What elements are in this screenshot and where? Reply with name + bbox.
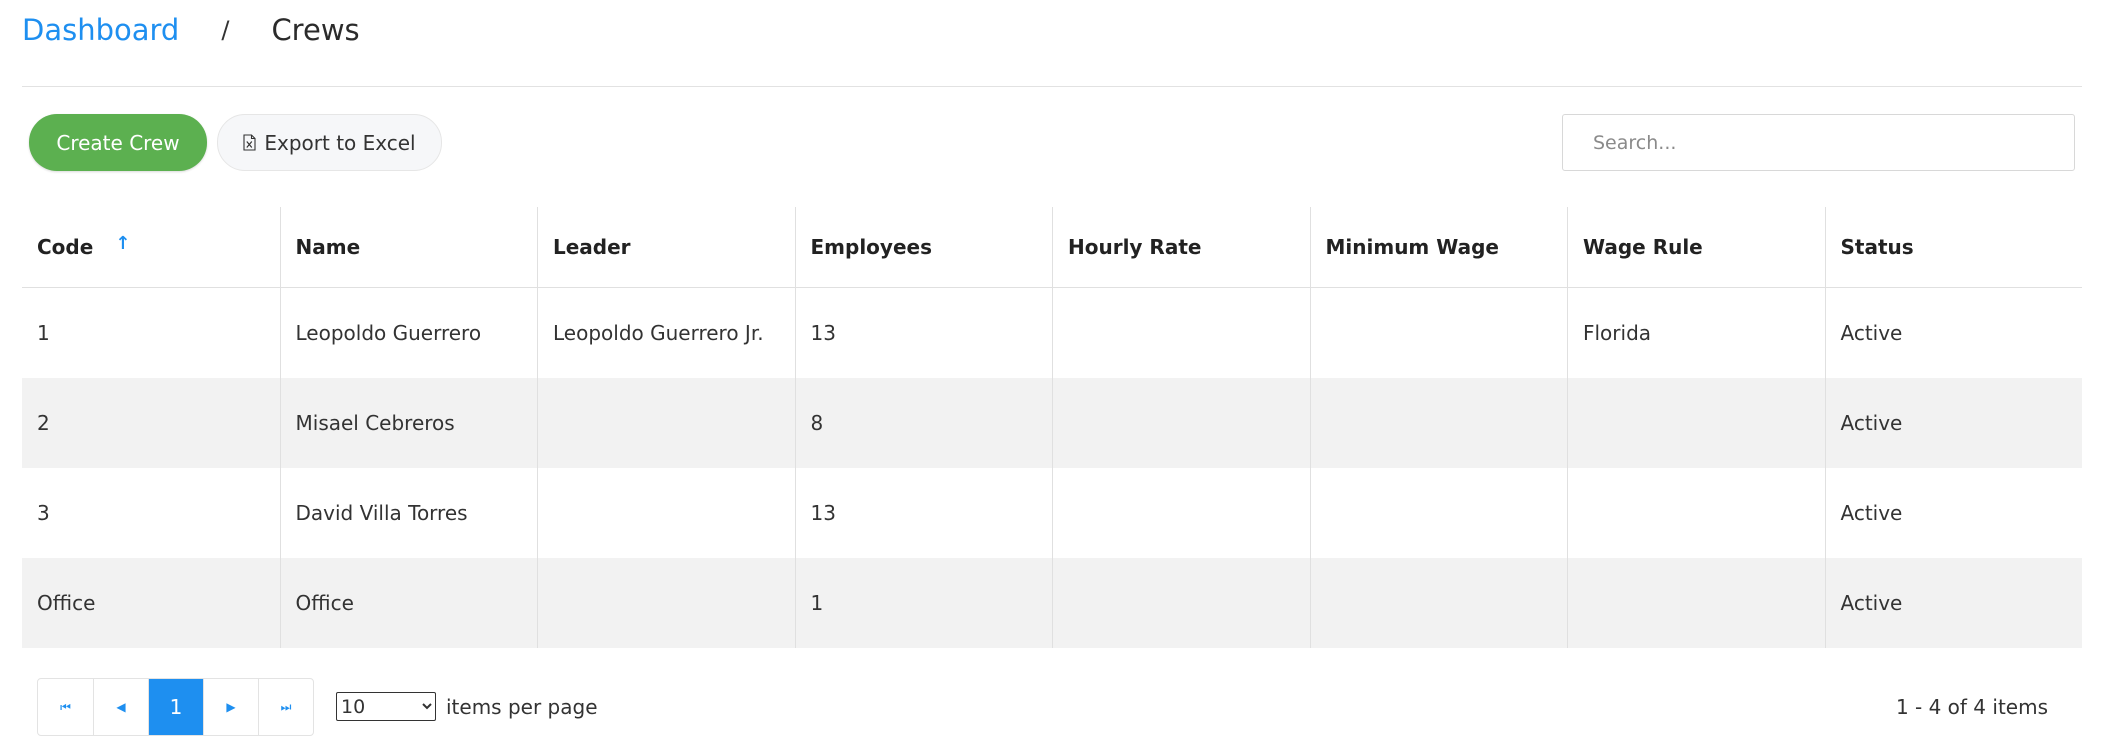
cell-minimum-wage <box>1309 378 1568 468</box>
cell-leader <box>537 378 795 468</box>
cell-hourly-rate <box>1052 378 1310 468</box>
crews-table: Code ↑ Name Leader Employees Hourly Rate… <box>22 207 2082 648</box>
cell-leader: Leopoldo Guerrero Jr. <box>537 288 795 378</box>
cell-minimum-wage <box>1309 468 1568 558</box>
page-button-current[interactable]: 1 <box>148 679 203 735</box>
cell-hourly-rate <box>1052 288 1310 378</box>
table-row[interactable]: 2 Misael Cebreros 8 Active <box>22 378 2082 468</box>
column-header-code[interactable]: Code ↑ <box>22 207 280 287</box>
column-header-wage-rule[interactable]: Wage Rule <box>1567 207 1825 287</box>
breadcrumb-separator: / <box>221 16 230 44</box>
table-row[interactable]: Office Office 1 Active <box>22 558 2082 648</box>
export-to-excel-label: Export to Excel <box>264 130 416 155</box>
page-size-select[interactable]: 10 <box>336 692 436 721</box>
column-header-hourly-rate[interactable]: Hourly Rate <box>1052 207 1310 287</box>
cell-code: Office <box>37 591 96 615</box>
cell-wage-rule <box>1567 558 1825 648</box>
column-header-label: Code <box>37 235 94 259</box>
table-header-row: Code ↑ Name Leader Employees Hourly Rate… <box>22 207 2082 288</box>
column-header-minimum-wage[interactable]: Minimum Wage <box>1309 207 1568 287</box>
table-row[interactable]: 3 David Villa Torres 13 Active <box>22 468 2082 558</box>
cell-status: Active <box>1824 288 2083 378</box>
cell-employees: 13 <box>794 468 1053 558</box>
cell-employees: 1 <box>794 558 1053 648</box>
sort-ascending-icon: ↑ <box>115 232 131 254</box>
cell-status: Active <box>1824 468 2083 558</box>
cell-wage-rule: Florida <box>1567 288 1825 378</box>
cell-name: Office <box>279 558 538 648</box>
cell-hourly-rate <box>1052 468 1310 558</box>
cell-wage-rule <box>1567 468 1825 558</box>
excel-file-icon <box>243 134 256 151</box>
cell-name: Leopoldo Guerrero <box>279 288 538 378</box>
last-page-icon[interactable]: ⏭ <box>258 679 313 735</box>
breadcrumb-dashboard-link[interactable]: Dashboard <box>22 13 179 47</box>
column-header-name[interactable]: Name <box>279 207 538 287</box>
cell-wage-rule <box>1567 378 1825 468</box>
cell-code: 2 <box>37 411 50 435</box>
cell-status: Active <box>1824 378 2083 468</box>
page-title: Crews <box>271 13 360 47</box>
first-page-icon[interactable]: ⏮ <box>38 679 93 735</box>
cell-code: 3 <box>37 501 50 525</box>
crews-page: Dashboard / Crews Create Crew Export to … <box>0 0 2103 756</box>
next-page-icon[interactable]: ▶ <box>203 679 258 735</box>
table-row[interactable]: 1 Leopoldo Guerrero Leopoldo Guerrero Jr… <box>22 288 2082 378</box>
cell-minimum-wage <box>1309 558 1568 648</box>
cell-minimum-wage <box>1309 288 1568 378</box>
previous-page-icon[interactable]: ◀ <box>93 679 148 735</box>
cell-employees: 13 <box>794 288 1053 378</box>
column-header-leader[interactable]: Leader <box>537 207 795 287</box>
create-crew-button[interactable]: Create Crew <box>29 114 207 171</box>
items-per-page-label: items per page <box>446 694 598 719</box>
breadcrumb: Dashboard / Crews <box>22 0 360 60</box>
cell-code: 1 <box>37 321 50 345</box>
cell-name: Misael Cebreros <box>279 378 538 468</box>
cell-employees: 8 <box>794 378 1053 468</box>
create-crew-label: Create Crew <box>56 130 180 155</box>
export-to-excel-button[interactable]: Export to Excel <box>217 114 442 171</box>
search-input[interactable] <box>1562 114 2075 171</box>
pager-summary: 1 - 4 of 4 items <box>1895 694 2048 719</box>
column-header-employees[interactable]: Employees <box>794 207 1053 287</box>
cell-leader <box>537 468 795 558</box>
cell-name: David Villa Torres <box>279 468 538 558</box>
cell-hourly-rate <box>1052 558 1310 648</box>
cell-leader <box>537 558 795 648</box>
column-header-status[interactable]: Status <box>1824 207 2083 287</box>
header-divider <box>22 86 2082 87</box>
cell-status: Active <box>1824 558 2083 648</box>
pagination: ⏮ ◀ 1 ▶ ⏭ <box>37 678 314 736</box>
